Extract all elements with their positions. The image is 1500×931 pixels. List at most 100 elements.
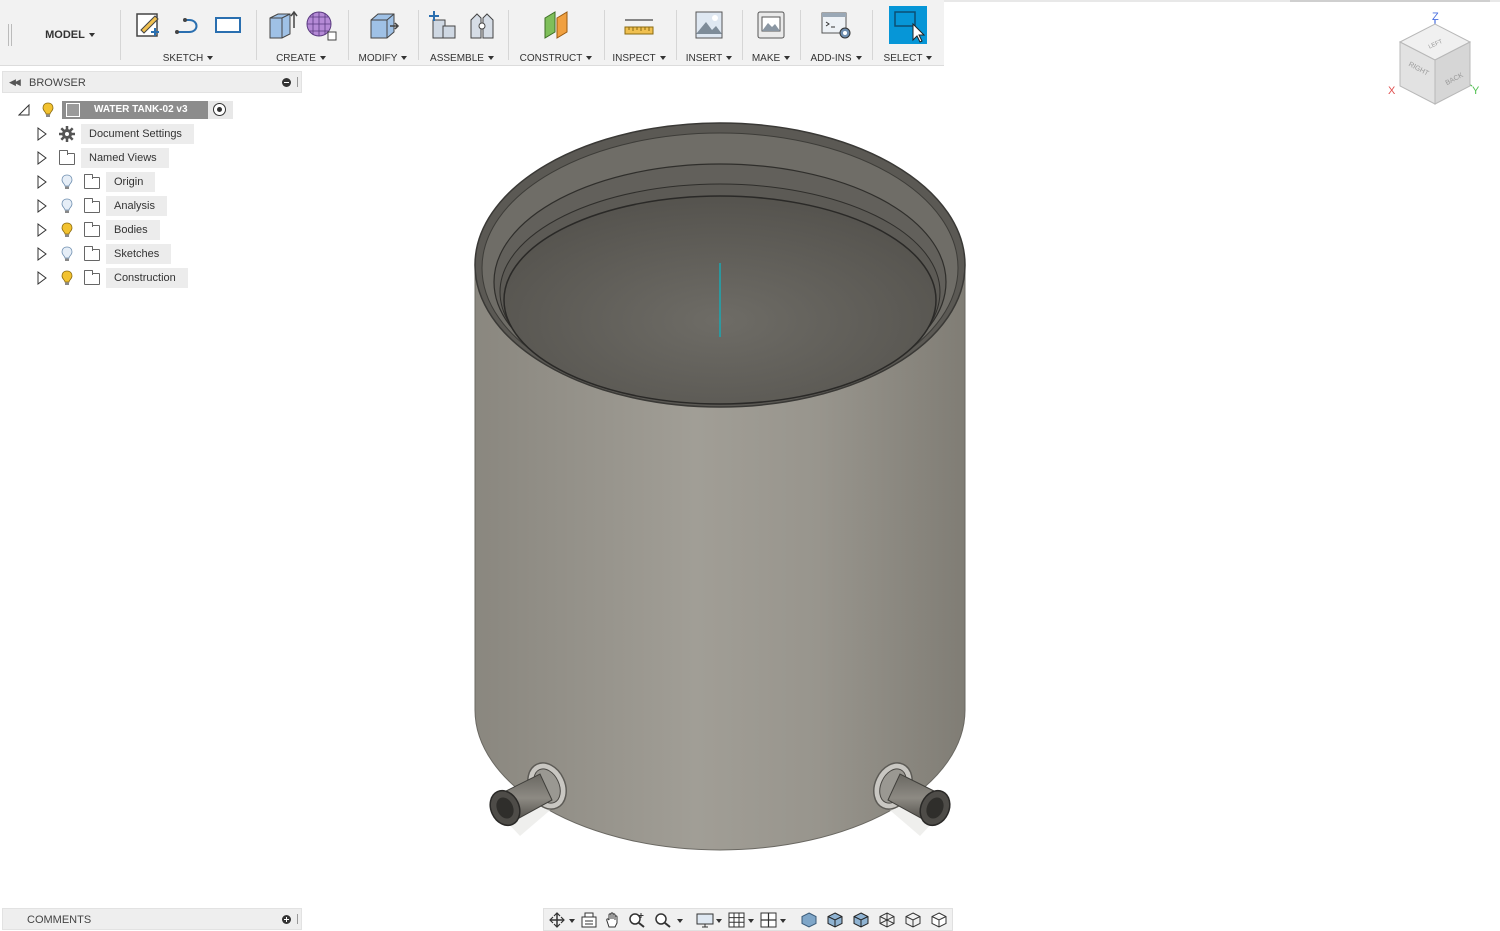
tree-item-origin[interactable]: Origin xyxy=(106,172,156,192)
tree-item-analysis[interactable]: Analysis xyxy=(106,196,167,216)
viewport-canvas[interactable] xyxy=(440,100,1000,860)
root-expand-icon[interactable] xyxy=(18,104,30,116)
group-label-insert[interactable]: INSERT xyxy=(678,53,740,64)
comments-panel-header: COMMENTS xyxy=(2,908,302,930)
browser-panel-header: ◀◀ BROWSER xyxy=(2,71,302,93)
expand-named-views-icon[interactable] xyxy=(37,151,47,165)
tree-item-bodies[interactable]: Bodies xyxy=(106,220,160,240)
toolbar-separator xyxy=(604,10,605,60)
tree-item-document-settings[interactable]: Document Settings xyxy=(81,124,194,144)
group-label-construct[interactable]: CONSTRUCT xyxy=(510,53,602,64)
group-label-inspect[interactable]: INSPECT xyxy=(606,53,672,64)
toolbar-separator xyxy=(676,10,677,60)
joint-icon[interactable] xyxy=(465,8,499,42)
toolbar-separator xyxy=(872,10,873,60)
rectangle-tool-icon[interactable] xyxy=(211,8,245,42)
viewports-icon[interactable] xyxy=(760,912,778,928)
toolbar-group-select: SELECT xyxy=(874,6,942,64)
toolbar-group-make: MAKE xyxy=(744,6,798,64)
toolbar-separator xyxy=(120,10,121,60)
display-caret-icon[interactable] xyxy=(716,919,722,923)
visibility-off-bulb-icon[interactable] xyxy=(61,198,73,214)
new-component-icon[interactable] xyxy=(425,8,459,42)
visibility-off-bulb-icon[interactable] xyxy=(61,174,73,190)
expand-document-settings-icon[interactable] xyxy=(37,127,47,141)
wireframe-view-icon[interactable] xyxy=(878,912,896,928)
insert-image-icon[interactable] xyxy=(692,8,726,42)
tree-item-named-views[interactable]: Named Views xyxy=(81,148,169,168)
group-label-assemble[interactable]: ASSEMBLE xyxy=(420,53,504,64)
toolbar-grip[interactable] xyxy=(8,24,12,46)
activate-component-icon[interactable] xyxy=(213,103,226,116)
group-label-create[interactable]: CREATE xyxy=(258,53,344,64)
collapse-panel-icon[interactable]: ◀◀ xyxy=(9,77,21,88)
navigation-bar xyxy=(543,908,953,931)
toolbar-separator xyxy=(348,10,349,60)
toolbar-separator xyxy=(256,10,257,60)
toolbar-group-construct: CONSTRUCT xyxy=(510,6,602,64)
shaded-edges-view-icon[interactable] xyxy=(826,912,844,928)
expand-analysis-icon[interactable] xyxy=(37,199,47,213)
toolbar-separator xyxy=(800,10,801,60)
pan-hand-icon[interactable] xyxy=(604,912,622,928)
browser-pin-icon[interactable] xyxy=(297,77,298,87)
visibility-on-bulb-icon[interactable] xyxy=(61,222,73,238)
root-component-label[interactable]: WATER TANK-02 v3 xyxy=(62,101,208,119)
add-comment-icon[interactable] xyxy=(282,915,291,924)
toolbar-separator xyxy=(418,10,419,60)
toolbar-separator xyxy=(742,10,743,60)
comments-pin-icon[interactable] xyxy=(297,914,298,924)
root-visibility-bulb-icon[interactable] xyxy=(42,102,54,118)
wireframe-visible-edges-icon[interactable] xyxy=(930,912,948,928)
viewports-caret-icon[interactable] xyxy=(780,919,786,923)
press-pull-icon[interactable] xyxy=(366,8,400,42)
3d-print-icon[interactable] xyxy=(754,8,788,42)
line-tool-icon[interactable] xyxy=(171,8,205,42)
viewcube[interactable]: Z X Y LEFT RIGHT BACK xyxy=(1380,6,1490,116)
folder-icon xyxy=(84,222,100,237)
orbit-icon[interactable] xyxy=(548,912,566,928)
tree-item-sketches[interactable]: Sketches xyxy=(106,244,172,264)
offset-plane-icon[interactable] xyxy=(539,8,573,42)
expand-sketches-icon[interactable] xyxy=(37,247,47,261)
toolbar-group-add-ins: ADD-INS xyxy=(802,6,870,64)
select-tool-icon[interactable] xyxy=(889,6,927,44)
toolbar-group-sketch: SKETCH xyxy=(124,6,252,64)
create-sketch-icon[interactable] xyxy=(131,8,165,42)
shaded-hidden-edges-view-icon[interactable] xyxy=(852,912,870,928)
group-label-sketch[interactable]: SKETCH xyxy=(124,53,252,64)
main-toolbar: MODEL SKETCH CREATE MODIFY ASSEMBLE CONS… xyxy=(0,0,944,66)
visibility-off-bulb-icon[interactable] xyxy=(61,246,73,262)
expand-bodies-icon[interactable] xyxy=(37,223,47,237)
display-settings-icon[interactable] xyxy=(696,912,714,928)
group-label-make[interactable]: MAKE xyxy=(744,53,798,64)
zoom-icon[interactable] xyxy=(628,912,646,928)
expand-construction-icon[interactable] xyxy=(37,271,47,285)
workspace-switcher[interactable]: MODEL xyxy=(20,8,120,62)
wireframe-hidden-edges-icon[interactable] xyxy=(904,912,922,928)
fit-zoom-icon[interactable] xyxy=(654,912,672,928)
group-label-add-ins[interactable]: ADD-INS xyxy=(802,53,870,64)
visibility-on-bulb-icon[interactable] xyxy=(61,270,73,286)
look-at-icon[interactable] xyxy=(580,912,598,928)
grid-settings-icon[interactable] xyxy=(728,912,746,928)
axis-x-label: X xyxy=(1388,85,1396,97)
grid-caret-icon[interactable] xyxy=(748,919,754,923)
measure-icon[interactable] xyxy=(622,8,656,42)
group-label-select[interactable]: SELECT xyxy=(874,53,942,64)
folder-icon xyxy=(84,246,100,261)
toolbar-group-create: CREATE xyxy=(258,6,344,64)
orbit-caret-icon[interactable] xyxy=(569,919,575,923)
zoom-caret-icon[interactable] xyxy=(677,919,683,923)
extrude-icon[interactable] xyxy=(264,8,298,42)
form-icon[interactable] xyxy=(304,8,338,42)
workspace-caret-icon xyxy=(88,33,95,37)
group-label-modify[interactable]: MODIFY xyxy=(350,53,416,64)
scripts-addins-icon[interactable] xyxy=(819,8,853,42)
folder-icon xyxy=(84,270,100,285)
comments-title: COMMENTS xyxy=(27,914,92,926)
expand-origin-icon[interactable] xyxy=(37,175,47,189)
shaded-view-icon[interactable] xyxy=(800,912,818,928)
tree-item-construction[interactable]: Construction xyxy=(106,268,188,288)
browser-collapse-icon[interactable] xyxy=(282,78,291,87)
